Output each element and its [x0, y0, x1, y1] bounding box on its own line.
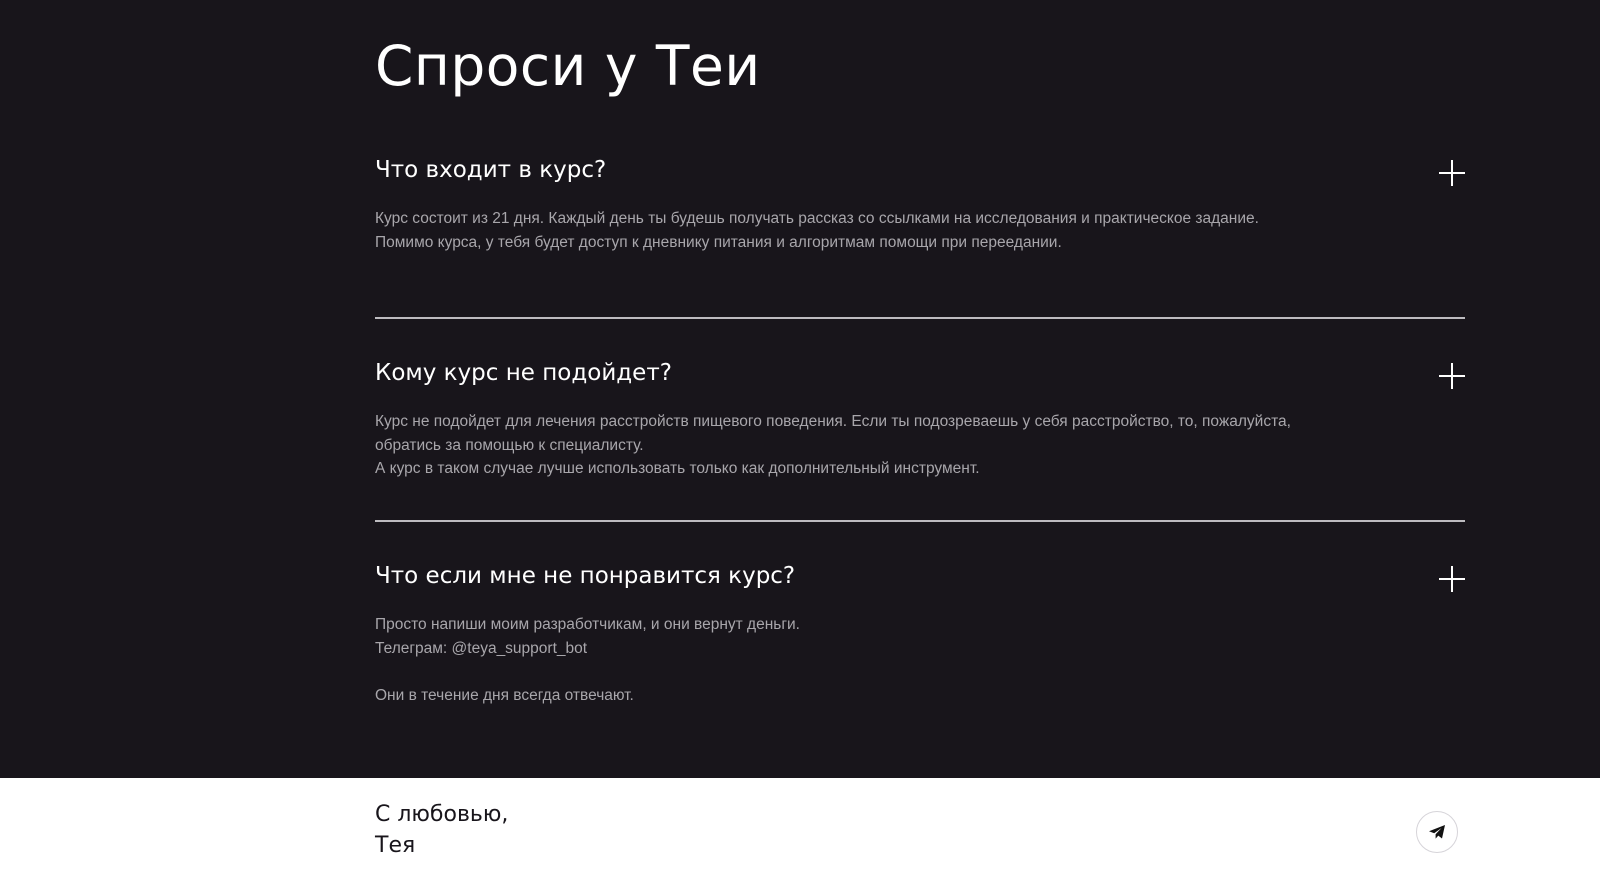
- plus-icon[interactable]: [1439, 566, 1465, 592]
- faq-item-refund: Что если мне не понравится курс? Просто …: [375, 563, 1465, 713]
- signature-name: Тея: [375, 833, 416, 858]
- answer-line[interactable]: Телеграм: @teya_support_bot: [375, 637, 1335, 661]
- answer-line: Просто напиши моим разработчикам, и они …: [375, 616, 800, 633]
- signature-line: С любовью,: [375, 802, 509, 827]
- page-title: Спроси у Теи: [375, 34, 761, 98]
- answer-line: Помимо курса, у тебя будет доступ к днев…: [375, 233, 1062, 251]
- answer-line: А курс в таком случае лучше использовать…: [375, 460, 980, 477]
- divider: [375, 520, 1465, 522]
- answer-spacer: [375, 660, 1335, 684]
- faq-item-course-content: Что входит в курс? Курс состоит из 21 дн…: [375, 157, 1465, 257]
- faq-item-not-for-whom: Кому курс не подойдет? Курс не подойдет …: [375, 360, 1465, 480]
- faq-answer: Просто напиши моим разработчикам, и они …: [375, 613, 1335, 707]
- plus-icon[interactable]: [1439, 363, 1465, 389]
- answer-line: Курс состоит из 21 дня. Каждый день ты б…: [375, 210, 1259, 227]
- telegram-button[interactable]: [1416, 811, 1458, 853]
- footer-signature: С любовью, Тея: [375, 799, 508, 861]
- faq-answer: Курс не подойдет для лечения расстройств…: [375, 410, 1335, 481]
- answer-line: Они в течение дня всегда отвечают.: [375, 686, 634, 704]
- faq-question[interactable]: Кому курс не подойдет?: [375, 360, 672, 386]
- answer-line: Курс не подойдет для лечения расстройств…: [375, 413, 1291, 430]
- faq-answer: Курс состоит из 21 дня. Каждый день ты б…: [375, 207, 1335, 254]
- divider: [375, 317, 1465, 319]
- faq-question[interactable]: Что входит в курс?: [375, 157, 606, 183]
- answer-line: обратись за помощью к специалисту.: [375, 436, 644, 454]
- faq-question[interactable]: Что если мне не понравится курс?: [375, 563, 795, 589]
- telegram-icon: [1429, 825, 1445, 839]
- plus-icon[interactable]: [1439, 160, 1465, 186]
